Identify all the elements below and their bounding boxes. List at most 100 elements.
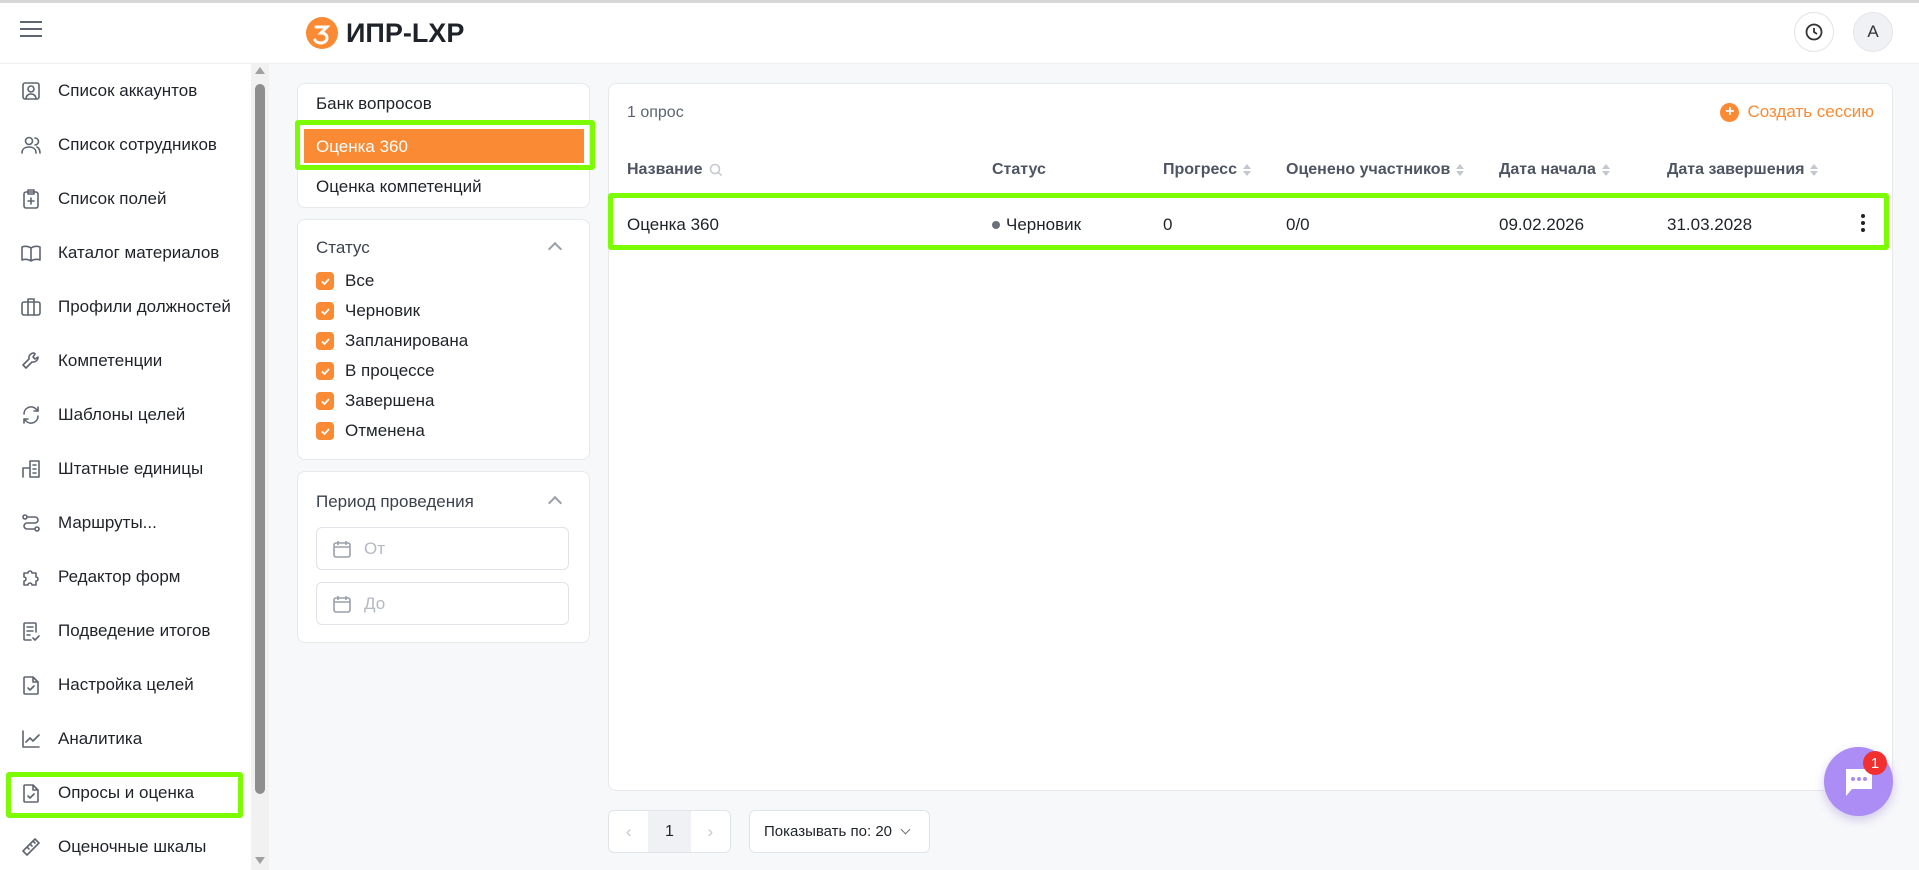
sidebar-item-8[interactable]: Маршруты... xyxy=(20,501,238,545)
checkbox-checked-icon[interactable] xyxy=(316,302,334,320)
date-to-input[interactable]: До xyxy=(316,582,569,625)
sidebar-item-label: Список полей xyxy=(58,189,167,208)
table-row[interactable]: Оценка 360 Черновик 0 0/0 09.02.2026 31.… xyxy=(609,198,1892,251)
pagination: ‹ 1 › xyxy=(608,810,731,853)
sidebar-item-11[interactable]: Настройка целей xyxy=(20,663,238,707)
status-checkbox[interactable]: Завершена xyxy=(316,386,468,416)
checkbox-checked-icon[interactable] xyxy=(316,422,334,440)
logo[interactable]: ИПР-LXP xyxy=(306,17,464,49)
checkbox-checked-icon[interactable] xyxy=(316,332,334,350)
sidebar-item-6[interactable]: Шаблоны целей xyxy=(20,393,238,437)
checkbox-label: Завершена xyxy=(345,391,435,410)
checkbox-label: Отменена xyxy=(345,421,425,440)
sidebar-item-3[interactable]: Каталог материалов xyxy=(20,231,238,275)
subnav-bank[interactable]: Банк вопросов xyxy=(316,94,432,114)
menu-icon[interactable] xyxy=(20,21,42,37)
survey-count: 1 опрос xyxy=(627,104,684,121)
refresh-icon xyxy=(23,406,39,424)
column-progress[interactable]: Прогресс xyxy=(1163,161,1251,179)
sidebar-item-label: Компетенции xyxy=(58,351,163,370)
status-checkbox[interactable]: Черновик xyxy=(316,296,468,326)
sidebar-item-label: Маршруты... xyxy=(58,513,157,532)
column-name[interactable]: Название xyxy=(627,161,723,179)
sidebar-item-0[interactable]: Список аккаунтов xyxy=(20,69,238,113)
sidebar-item-2[interactable]: Список полей xyxy=(20,177,238,221)
checkbox-checked-icon[interactable] xyxy=(316,392,334,410)
sidebar-item-9[interactable]: Редактор форм xyxy=(20,555,238,599)
sort-icon[interactable] xyxy=(1810,164,1819,176)
users-icon xyxy=(21,136,41,154)
page-size-select[interactable]: Показывать по: 20 xyxy=(749,810,930,853)
column-label: Дата начала xyxy=(1499,161,1596,178)
column-label: Название xyxy=(627,161,703,178)
period-filter-title: Период проведения xyxy=(316,492,474,511)
checkbox-checked-icon[interactable] xyxy=(316,272,334,290)
sidebar-item-10[interactable]: Подведение итогов xyxy=(20,609,238,653)
sidebar-item-12[interactable]: Аналитика xyxy=(20,717,238,761)
sort-icon[interactable] xyxy=(1456,164,1465,176)
cell-rated: 0/0 xyxy=(1286,215,1310,234)
wrench-icon xyxy=(22,352,39,369)
subnav-card: Банк вопросов Оценка 360 Оценка компетен… xyxy=(297,83,590,208)
account-icon xyxy=(22,82,40,100)
sidebar-item-1[interactable]: Список сотрудников xyxy=(20,123,238,167)
column-label: Прогресс xyxy=(1163,161,1237,178)
sidebar-item-14[interactable]: Оценочные шкалы xyxy=(20,825,238,869)
status-checkbox[interactable]: В процессе xyxy=(316,356,468,386)
sidebar-item-label: Шаблоны целей xyxy=(58,405,186,424)
sidebar-item-13[interactable]: Опросы и оценка xyxy=(20,771,238,815)
history-icon xyxy=(1805,23,1823,41)
search-icon[interactable] xyxy=(709,163,723,177)
column-end-date[interactable]: Дата завершения xyxy=(1667,161,1819,179)
sort-icon[interactable] xyxy=(1601,164,1610,176)
calendar-icon xyxy=(333,540,351,558)
subnav-competencies[interactable]: Оценка компетенций xyxy=(316,177,482,197)
sort-icon[interactable] xyxy=(1242,164,1251,176)
chat-badge: 1 xyxy=(1863,751,1887,775)
create-session-label: Создать сессию xyxy=(1747,102,1874,121)
status-checkbox[interactable]: Отменена xyxy=(316,416,468,446)
column-label: Оценено участников xyxy=(1286,161,1451,178)
checkbox-checked-icon[interactable] xyxy=(316,362,334,380)
status-filter-title: Статус xyxy=(316,238,370,257)
history-button[interactable] xyxy=(1794,12,1834,52)
kebab-menu-icon[interactable] xyxy=(1861,214,1865,232)
calendar-icon xyxy=(333,595,351,613)
create-session-button[interactable]: + Создать сессию xyxy=(1720,102,1874,122)
status-checkbox[interactable]: Все xyxy=(316,266,468,296)
chart-icon xyxy=(22,730,40,748)
column-label: Статус xyxy=(992,161,1046,178)
date-to-placeholder: До xyxy=(364,593,386,613)
logo-text: ИПР-LXP xyxy=(346,17,465,48)
sidebar-scrollbar[interactable] xyxy=(251,64,269,870)
cell-name[interactable]: Оценка 360 xyxy=(627,215,719,235)
date-from-placeholder: От xyxy=(364,538,386,558)
sidebar-item-4[interactable]: Профили должностей xyxy=(20,285,238,329)
status-checkbox[interactable]: Запланирована xyxy=(316,326,468,356)
chevron-up-icon[interactable] xyxy=(547,241,563,257)
next-page-button[interactable]: › xyxy=(691,811,730,852)
column-status: Статус xyxy=(992,161,1046,179)
column-start-date[interactable]: Дата начала xyxy=(1499,161,1610,179)
page-1-button[interactable]: 1 xyxy=(648,811,691,852)
ruler-icon xyxy=(22,838,40,856)
date-from-input[interactable]: От xyxy=(316,527,569,570)
column-rated[interactable]: Оценено участников xyxy=(1286,161,1465,179)
avatar[interactable]: A xyxy=(1853,12,1893,52)
cell-start-date: 09.02.2026 xyxy=(1499,215,1585,234)
briefcase-icon xyxy=(21,298,41,316)
period-filter-card: Период проведения От До xyxy=(297,471,590,643)
sidebar-item-label: Каталог материалов xyxy=(58,243,220,262)
sidebar-item-5[interactable]: Компетенции xyxy=(20,339,238,383)
page-size-label: Показывать по: 20 xyxy=(764,823,892,840)
status-filter-card: Статус Все Черновик Запланирована В процесс… xyxy=(297,219,590,460)
checkbox-label: Черновик xyxy=(345,301,421,320)
subnav-360[interactable]: Оценка 360 xyxy=(304,129,584,163)
book-icon xyxy=(21,245,41,262)
sidebar-item-7[interactable]: Штатные единицы xyxy=(20,447,238,491)
chevron-up-icon[interactable] xyxy=(547,495,563,511)
sidebar-item-label: Список аккаунтов xyxy=(58,81,198,100)
prev-page-button[interactable]: ‹ xyxy=(609,811,648,852)
route-icon xyxy=(22,514,40,532)
status-dot xyxy=(992,221,1000,229)
